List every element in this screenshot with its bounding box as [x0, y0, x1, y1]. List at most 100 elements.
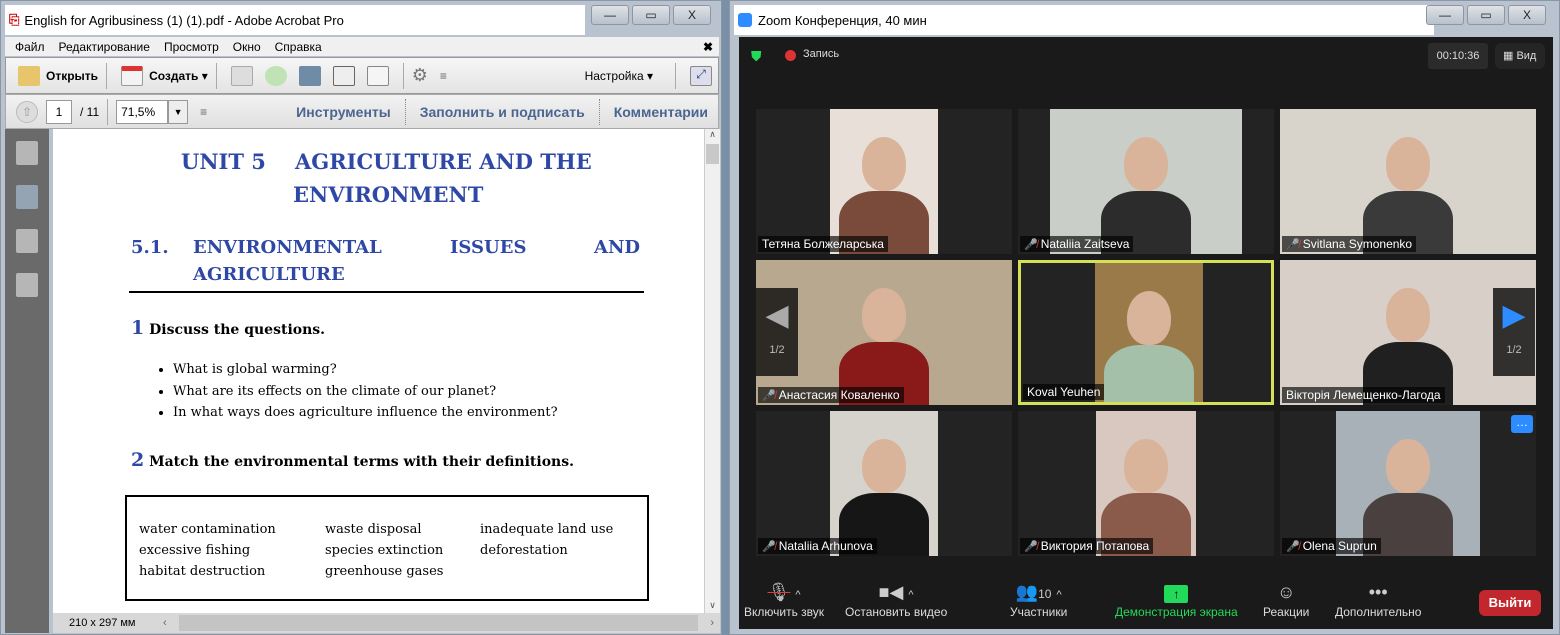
unmute-button[interactable]: 🎙 ^ Включить звук: [744, 579, 824, 619]
term: waste disposal: [325, 522, 422, 537]
zoom-dropdown[interactable]: ▼: [168, 99, 189, 124]
term: excessive fishing: [139, 543, 251, 558]
pages-icon[interactable]: [16, 141, 38, 165]
security-shield-icon[interactable]: ⛊: [751, 48, 762, 65]
participant-video: [1096, 411, 1196, 556]
bookmark-icon[interactable]: [16, 185, 38, 209]
participants-button[interactable]: 👥10 ^ Участники: [1010, 579, 1067, 619]
section-title-2: ISSUES: [450, 237, 527, 258]
reactions-button[interactable]: ☺ Реакции: [1263, 579, 1309, 619]
participant-video: [1095, 263, 1203, 402]
participant-name-label: 🎤̸ Виктория Потапова: [1020, 538, 1154, 554]
menu-bar: Файл Редактирование Просмотр Окно Справк…: [5, 37, 719, 56]
print-icon[interactable]: [298, 65, 321, 86]
menu-edit[interactable]: Редактирование: [59, 40, 150, 54]
view-button[interactable]: ▦ Вид: [1495, 43, 1545, 69]
menu-window[interactable]: Окно: [233, 40, 261, 54]
menu-help[interactable]: Справка: [275, 40, 322, 54]
section-title-3: AND: [594, 237, 641, 258]
scroll-thumb[interactable]: [706, 144, 719, 164]
muted-mic-icon: 🎤̸: [1286, 540, 1300, 553]
leave-button[interactable]: Выйти: [1479, 590, 1541, 616]
close-doc-icon[interactable]: ✖: [703, 40, 713, 54]
menu-view[interactable]: Просмотр: [164, 40, 219, 54]
tools-tab[interactable]: Инструменты: [296, 104, 391, 120]
page-size: 210 x 297 мм: [69, 617, 136, 629]
unit-title-line2: ENVIRONMENT: [293, 182, 484, 207]
minimize-button[interactable]: —: [591, 5, 629, 25]
close-button[interactable]: X: [1508, 5, 1546, 25]
participant-name-label: 🎤̸ Olena Suprun: [1282, 538, 1381, 554]
prev-page-button[interactable]: ◀ 1/2: [756, 288, 798, 376]
edit-icon[interactable]: [332, 65, 355, 86]
vertical-scrollbar[interactable]: ∧ ∨: [704, 129, 720, 613]
recording-icon: [785, 50, 796, 61]
participant-name-label: Вікторія Лемещенко-Лагода: [1282, 387, 1445, 403]
open-button[interactable]: Открыть: [14, 65, 98, 86]
nav-bar: ⇧ 1 / 11 71,5% ▼ ≡ Инструменты Заполнить…: [5, 94, 719, 129]
term: species extinction: [325, 543, 444, 558]
window-controls: — ▭ X: [591, 5, 711, 25]
scroll-right-icon[interactable]: ›: [710, 617, 714, 629]
page-total: / 11: [80, 104, 100, 119]
video-camera-icon: ■◀: [878, 582, 904, 602]
zoom-input[interactable]: 71,5%: [116, 99, 169, 124]
comments-tab[interactable]: Комментарии: [614, 104, 708, 120]
acrobat-window: ⎘ English for Agribusiness (1) (1).pdf -…: [0, 0, 722, 635]
stop-video-button[interactable]: ■◀ ^ Остановить видео: [845, 579, 947, 619]
section-title: ENVIRONMENTAL: [193, 237, 382, 258]
close-button[interactable]: X: [673, 5, 711, 25]
participant-name-label: 🎤̸ Svitlana Symonenko: [1282, 236, 1417, 252]
participant-tile[interactable]: 🎤̸ Виктория Потапова: [1018, 411, 1274, 556]
unit-title: AGRICULTURE AND THE: [295, 149, 592, 174]
maximize-button[interactable]: ▭: [1467, 5, 1505, 25]
prev-page-icon[interactable]: ⇧: [16, 100, 38, 123]
muted-mic-icon: 🎤̸: [1024, 238, 1038, 251]
terms-box: water contamination waste disposal inadequ…: [125, 495, 649, 601]
participant-tile[interactable]: Koval Yeuhen: [1018, 260, 1274, 405]
participant-tile[interactable]: 🎤̸ Svitlana Symonenko: [1280, 109, 1536, 254]
participant-tile[interactable]: Тетяна Болжеларська: [756, 109, 1012, 254]
page-number-input[interactable]: 1: [46, 99, 72, 124]
horizontal-scrollbar[interactable]: [178, 615, 699, 631]
gear-icon[interactable]: ⚙: [412, 65, 428, 86]
meeting-area: ⛊ Запись 00:10:36 ▦ Вид Тетяна Болжеларс…: [739, 37, 1553, 629]
fullscreen-icon[interactable]: ⤢: [690, 65, 712, 86]
window-controls: — ▭ X: [1426, 5, 1546, 25]
fill-sign-tab[interactable]: Заполнить и подписать: [420, 104, 585, 120]
window-title: Zoom Конференция, 40 мин: [758, 12, 927, 28]
participant-tile[interactable]: 🎤̸ Olena Suprun: [1280, 411, 1536, 556]
participant-video: [830, 109, 938, 254]
next-page-button[interactable]: ▶ 1/2: [1493, 288, 1535, 376]
signature-icon[interactable]: [16, 273, 38, 297]
share-screen-button[interactable]: ↑ Демонстрация экрана: [1115, 579, 1238, 619]
term: water contamination: [139, 522, 276, 537]
save-icon[interactable]: [230, 65, 253, 86]
participant-tile[interactable]: 🎤̸ Nataliia Arhunova: [756, 411, 1012, 556]
more-options-icon[interactable]: …: [1511, 415, 1533, 433]
recording-label[interactable]: Запись: [803, 48, 839, 60]
upload-cloud-icon[interactable]: [264, 65, 287, 86]
minimize-button[interactable]: —: [1426, 5, 1464, 25]
nav-overflow-icon[interactable]: ≡: [200, 105, 207, 119]
email-icon[interactable]: [366, 65, 389, 86]
participants-options-chevron[interactable]: ^: [1056, 589, 1061, 601]
participant-tile[interactable]: 🎤̸ Nataliia Zaitseva: [1018, 109, 1274, 254]
meeting-timer: 00:10:36: [1428, 43, 1488, 69]
menu-file[interactable]: Файл: [15, 40, 45, 54]
term: [480, 561, 640, 582]
toolbar-overflow-icon[interactable]: ≡: [440, 69, 447, 83]
customize-button[interactable]: Настройка ▾: [585, 69, 653, 83]
more-button[interactable]: ••• Дополнительно: [1335, 579, 1421, 619]
video-options-chevron[interactable]: ^: [908, 589, 913, 601]
attachment-icon[interactable]: [16, 229, 38, 253]
create-button[interactable]: Создать ▾: [115, 65, 208, 86]
audio-options-chevron[interactable]: ^: [795, 589, 800, 601]
maximize-button[interactable]: ▭: [632, 5, 670, 25]
scroll-left-icon[interactable]: ‹: [163, 617, 167, 629]
participant-name-label: 🎤̸ Nataliia Arhunova: [758, 538, 877, 554]
emoji-icon: ☺: [1276, 582, 1296, 602]
unit-number: UNIT 5: [181, 149, 266, 174]
muted-mic-icon: 🎤̸: [1024, 540, 1038, 553]
participant-name-label: 🎤̸ Анастасия Коваленко: [758, 387, 904, 403]
